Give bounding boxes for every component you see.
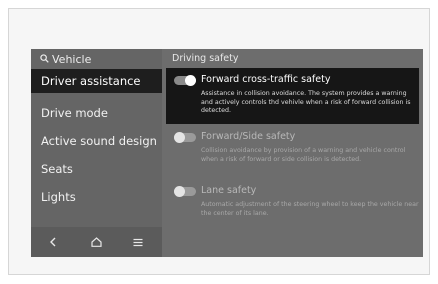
option-title: Lane safety [201, 185, 257, 196]
sidebar-item-seats[interactable]: Seats [31, 157, 162, 181]
sidebar-header-label: Vehicle [52, 53, 92, 66]
home-button[interactable] [88, 234, 104, 250]
toggle-switch[interactable] [174, 75, 196, 86]
menu-icon [133, 238, 143, 246]
sidebar-item-lights[interactable]: Lights [31, 185, 162, 209]
section-title: Driving safety [172, 53, 239, 64]
menu-button[interactable] [130, 234, 146, 250]
toggle-knob [174, 132, 185, 143]
toggle-knob [185, 75, 196, 86]
option-forward-side-safety[interactable]: Forward/Side safety Collision avoidance … [166, 125, 419, 169]
option-title: Forward cross-traffic safety [201, 74, 331, 85]
home-icon [90, 237, 102, 247]
bottom-nav [31, 227, 162, 257]
toggle-knob [174, 186, 185, 197]
option-description: Collision avoidance by provision of a wa… [201, 147, 406, 163]
sidebar: Vehicle Driver assistance Drive mode Act… [31, 49, 162, 257]
sidebar-item-driver-assistance[interactable]: Driver assistance [31, 69, 162, 93]
chevron-left-icon [50, 237, 56, 247]
toggle-switch[interactable] [174, 132, 196, 143]
sidebar-header[interactable]: Vehicle [40, 53, 91, 66]
search-icon [40, 53, 49, 66]
sidebar-item-drive-mode[interactable]: Drive mode [31, 101, 162, 125]
toggle-switch[interactable] [174, 186, 196, 197]
option-title: Forward/Side safety [201, 131, 296, 142]
option-forward-cross-traffic-safety[interactable]: Forward cross-traffic safety Assistance … [166, 68, 419, 124]
main-panel: Driving safety Forward cross-traffic saf… [162, 49, 423, 257]
option-description: Automatic adjustment of the steering whe… [201, 201, 419, 217]
back-button[interactable] [45, 234, 61, 250]
option-description: Assistance in collision avoidance. The s… [201, 90, 411, 115]
sidebar-item-active-sound-design[interactable]: Active sound design [31, 129, 162, 153]
option-lane-safety[interactable]: Lane safety Automatic adjustment of the … [166, 179, 419, 223]
infotainment-screen: Vehicle Driver assistance Drive mode Act… [31, 49, 423, 257]
